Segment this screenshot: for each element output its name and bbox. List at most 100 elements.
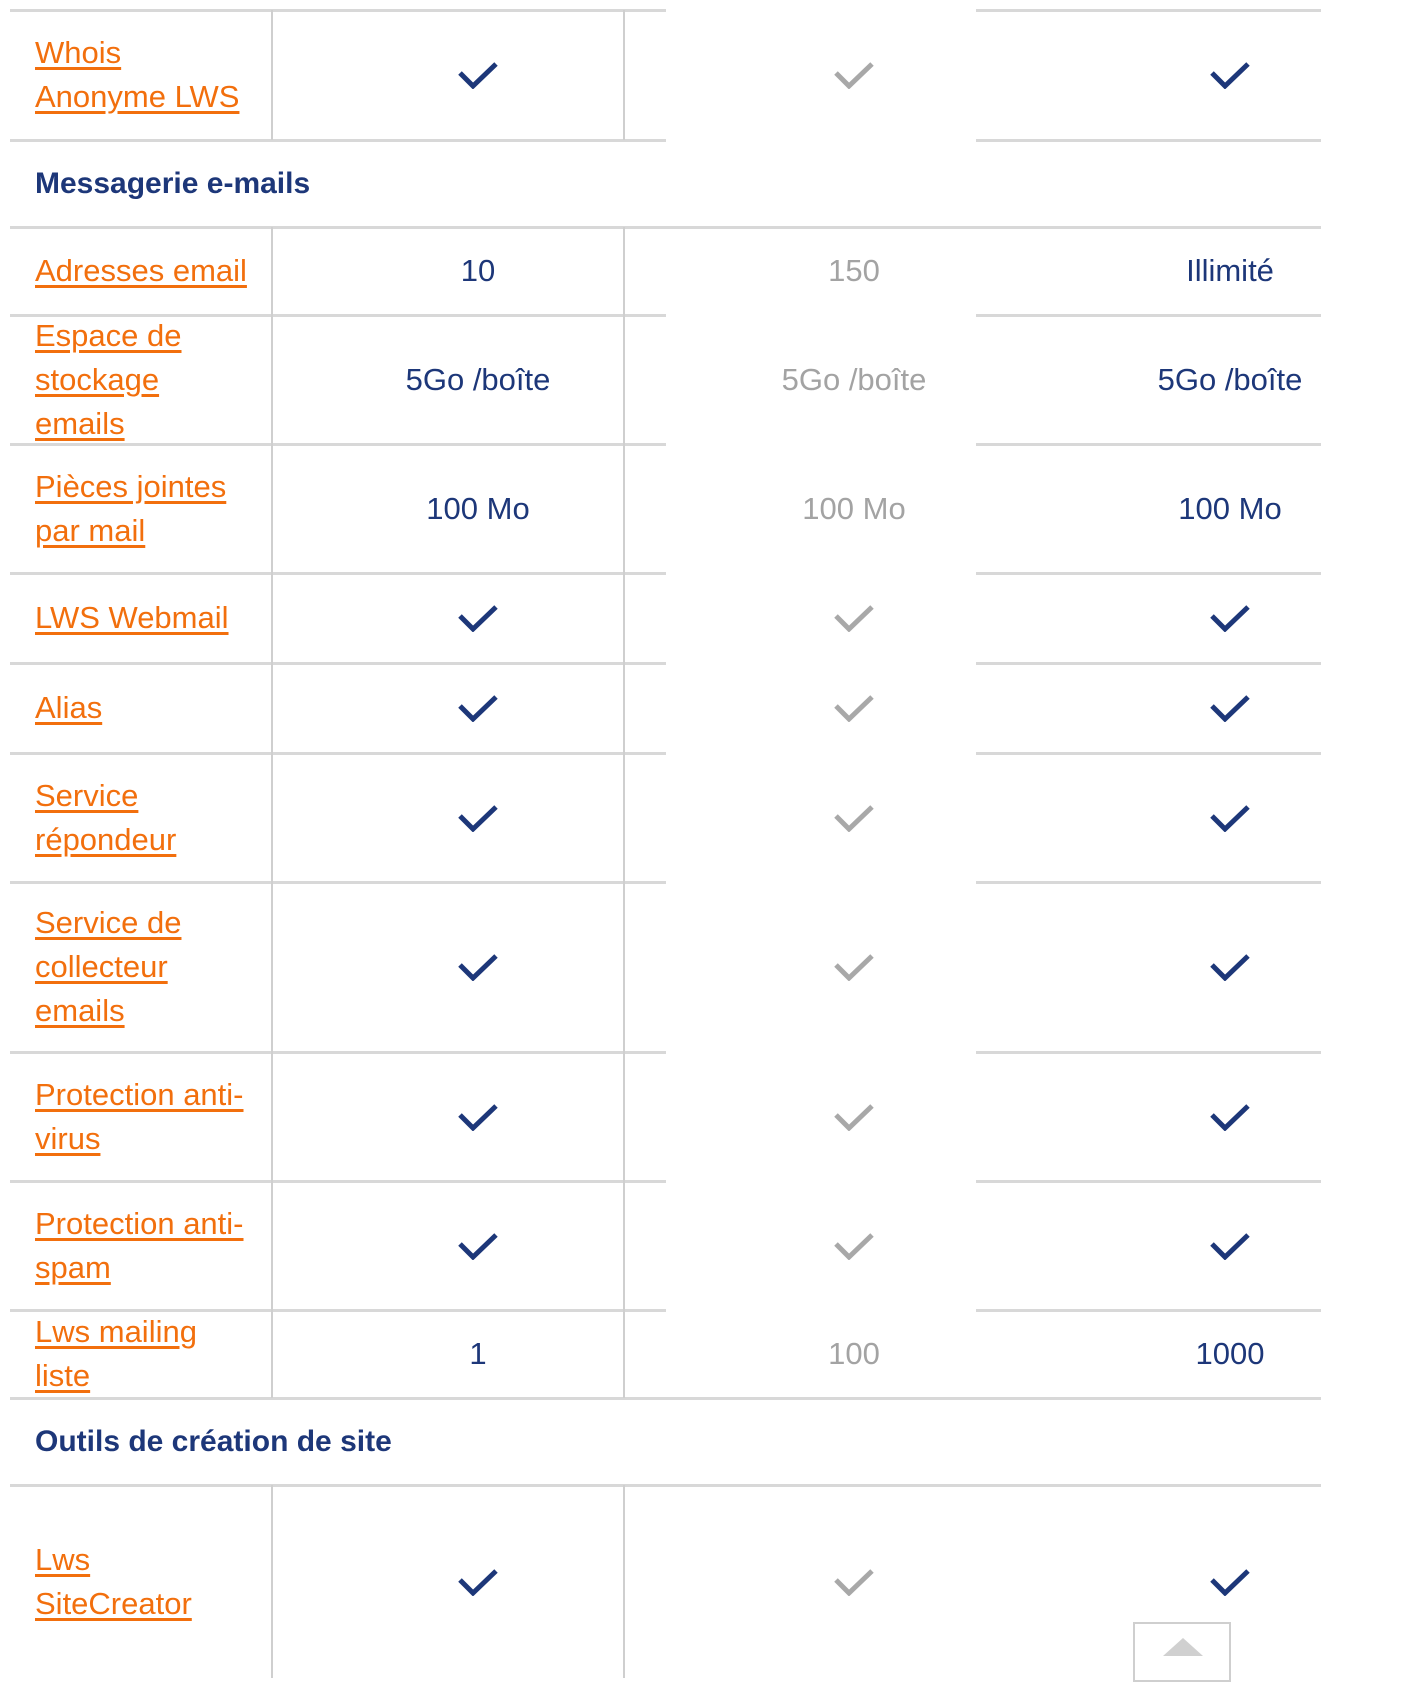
feature-cell: Lws SiteCreator bbox=[10, 1485, 290, 1678]
row-divider bbox=[10, 662, 666, 665]
feature-link[interactable]: Service répondeur bbox=[35, 774, 250, 862]
feature-cell: LWS Webmail bbox=[10, 573, 290, 663]
check-icon bbox=[458, 1232, 498, 1260]
feature-cell: Lws mailing liste bbox=[10, 1310, 290, 1398]
check-icon bbox=[1210, 953, 1250, 981]
plan-value: 150 bbox=[828, 253, 880, 288]
row-divider bbox=[10, 572, 666, 575]
row-divider bbox=[10, 9, 666, 12]
row-divider bbox=[10, 1051, 666, 1054]
table-row: Protection anti-spam bbox=[10, 1181, 1411, 1310]
plan-pro-cell: Illimité bbox=[1042, 227, 1411, 315]
table-row: Espace de stockage emails 5Go /boîte 5Go /… bbox=[10, 315, 1411, 444]
plan-standard-cell bbox=[666, 663, 1042, 753]
plan-pro-cell: 100 Mo bbox=[1042, 444, 1411, 573]
table-row: Protection anti-virus bbox=[10, 1052, 1411, 1181]
feature-cell: Pièces jointes par mail bbox=[10, 444, 290, 573]
feature-link[interactable]: Lws mailing liste bbox=[35, 1310, 250, 1398]
back-to-top-button[interactable] bbox=[1133, 1622, 1231, 1682]
row-divider bbox=[10, 1309, 666, 1312]
plan-standard-cell: 5Go /boîte bbox=[666, 315, 1042, 444]
row-divider bbox=[976, 139, 1321, 142]
check-icon bbox=[834, 61, 874, 89]
feature-cell: Protection anti-spam bbox=[10, 1181, 290, 1310]
check-icon bbox=[458, 1568, 498, 1596]
plan-basic-cell bbox=[290, 663, 666, 753]
feature-link[interactable]: LWS Webmail bbox=[35, 596, 229, 640]
row-divider bbox=[976, 881, 1321, 884]
plan-basic-cell bbox=[290, 1181, 666, 1310]
plan-standard-cell bbox=[666, 573, 1042, 663]
plan-standard-cell: 100 Mo bbox=[666, 444, 1042, 573]
table-row: LWS Webmail bbox=[10, 573, 1411, 663]
table-row: Whois Anonyme LWS bbox=[10, 10, 1411, 140]
plan-value: Illimité bbox=[1186, 253, 1274, 288]
feature-cell: Protection anti-virus bbox=[10, 1052, 290, 1181]
plan-basic-cell: 100 Mo bbox=[290, 444, 666, 573]
check-icon bbox=[1210, 804, 1250, 832]
plan-basic-cell bbox=[290, 10, 666, 140]
section-title: Messagerie e-mails bbox=[35, 166, 311, 200]
plan-value: 5Go /boîte bbox=[781, 361, 927, 397]
feature-link[interactable]: Lws SiteCreator bbox=[35, 1538, 250, 1626]
feature-link[interactable]: Whois Anonyme LWS bbox=[35, 31, 250, 119]
feature-link[interactable]: Alias bbox=[35, 686, 102, 730]
section-header-row: Messagerie e-mails bbox=[10, 140, 1411, 227]
column-divider bbox=[271, 1485, 273, 1678]
arrow-up-icon bbox=[1163, 1638, 1203, 1656]
feature-link[interactable]: Pièces jointes par mail bbox=[35, 465, 250, 553]
plan-value: 100 Mo bbox=[426, 490, 530, 526]
check-icon bbox=[458, 694, 498, 722]
table-row: Lws mailing liste 1 100 1000 bbox=[10, 1310, 1411, 1398]
table-row: Service répondeur bbox=[10, 753, 1411, 882]
row-divider bbox=[10, 314, 666, 317]
plan-basic-cell bbox=[290, 573, 666, 663]
row-divider bbox=[10, 881, 666, 884]
check-icon bbox=[1210, 604, 1250, 632]
plan-standard-cell: 100 bbox=[666, 1310, 1042, 1398]
check-icon bbox=[458, 604, 498, 632]
plan-pro-cell bbox=[1042, 882, 1411, 1052]
plan-standard-cell bbox=[666, 1485, 1042, 1678]
check-icon bbox=[1210, 1103, 1250, 1131]
plan-basic-cell bbox=[290, 1052, 666, 1181]
plan-basic-cell bbox=[290, 753, 666, 882]
plan-pro-cell bbox=[1042, 1181, 1411, 1310]
check-icon bbox=[1210, 1232, 1250, 1260]
check-icon bbox=[834, 604, 874, 632]
feature-cell: Service de collecteur emails bbox=[10, 882, 290, 1052]
table-row: Adresses email 10 150 Illimité bbox=[10, 227, 1411, 315]
plan-value: 1000 bbox=[1195, 1336, 1265, 1371]
row-divider bbox=[976, 443, 1321, 446]
feature-link[interactable]: Espace de stockage emails bbox=[35, 314, 250, 446]
plan-value: 100 Mo bbox=[1178, 490, 1282, 526]
check-icon bbox=[1210, 1568, 1250, 1596]
feature-link[interactable]: Protection anti-virus bbox=[35, 1073, 250, 1161]
check-icon bbox=[1210, 694, 1250, 722]
table-row: Alias bbox=[10, 663, 1411, 753]
plan-value: 100 bbox=[828, 1336, 880, 1371]
row-divider bbox=[10, 1180, 666, 1183]
row-divider bbox=[10, 752, 666, 755]
plan-basic-cell: 1 bbox=[290, 1310, 666, 1398]
plan-basic-cell: 10 bbox=[290, 227, 666, 315]
row-divider bbox=[976, 9, 1321, 12]
row-divider bbox=[10, 1397, 1321, 1400]
check-icon bbox=[458, 953, 498, 981]
plan-standard-cell bbox=[666, 1181, 1042, 1310]
row-divider bbox=[10, 1484, 1321, 1487]
feature-link[interactable]: Adresses email bbox=[35, 249, 247, 293]
plan-standard-cell bbox=[666, 882, 1042, 1052]
row-divider bbox=[976, 662, 1321, 665]
check-icon bbox=[834, 953, 874, 981]
table-row: Pièces jointes par mail 100 Mo 100 Mo 100 M… bbox=[10, 444, 1411, 573]
section-header-row: Outils de création de site bbox=[10, 1398, 1411, 1485]
feature-link[interactable]: Service de collecteur emails bbox=[35, 901, 250, 1033]
row-divider bbox=[10, 139, 666, 142]
feature-link[interactable]: Protection anti-spam bbox=[35, 1202, 250, 1290]
plan-pro-cell bbox=[1042, 573, 1411, 663]
column-divider bbox=[271, 227, 273, 1398]
plan-basic-cell: 5Go /boîte bbox=[290, 315, 666, 444]
check-icon bbox=[834, 1568, 874, 1596]
plan-value: 10 bbox=[460, 253, 496, 288]
